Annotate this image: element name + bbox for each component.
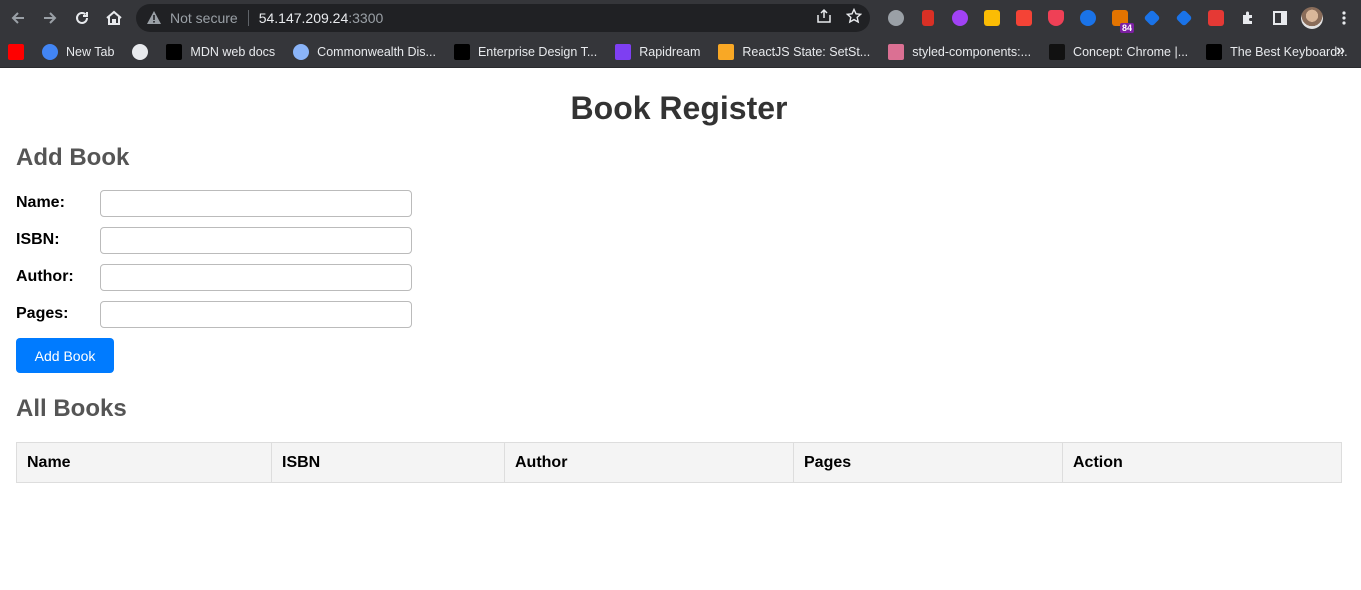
omnibox-divider <box>247 10 249 26</box>
bookmark-label: Commonwealth Dis... <box>317 44 436 59</box>
youtube-icon <box>8 43 24 60</box>
w-extension-icon[interactable] <box>944 0 976 36</box>
book-extension-icon[interactable] <box>912 0 944 36</box>
browser-toolbar: Not secure 54.147.209.24:3300 84 <box>0 0 1361 36</box>
security-label[interactable]: Not secure <box>170 10 238 26</box>
dots-extension-icon[interactable] <box>1008 0 1040 36</box>
table-header-row: Name ISBN Author Pages Action <box>16 442 1342 483</box>
back-button[interactable] <box>2 0 34 36</box>
add-book-heading: Add Book <box>16 144 130 171</box>
puzzle-blue-icon[interactable] <box>1136 0 1168 36</box>
tab-counter-icon[interactable]: 84 <box>1104 0 1136 36</box>
arrow-right-icon <box>44 12 57 24</box>
pocket-icon[interactable] <box>1040 0 1072 36</box>
column-header-author: Author <box>504 442 794 483</box>
htg-icon <box>1206 43 1223 60</box>
reload-icon <box>76 11 88 24</box>
share-icon[interactable] <box>816 8 832 29</box>
form-row-author: Author: <box>16 263 1342 291</box>
bookmark-item[interactable]: The Best Keyboard... <box>1206 38 1355 66</box>
keep-icon[interactable] <box>976 0 1008 36</box>
name-label: Name: <box>16 194 65 211</box>
bookmark-label: ReactJS State: SetSt... <box>742 44 871 59</box>
column-header-action: Action <box>1062 442 1342 483</box>
home-icon <box>106 10 122 25</box>
globe-icon <box>293 43 310 60</box>
page-title: Book Register <box>570 90 788 126</box>
bookmark-label: The Best Keyboard... <box>1230 44 1348 59</box>
bookmark-item[interactable]: ReactJS State: SetSt... <box>718 38 878 66</box>
grammarly-icon[interactable] <box>880 0 912 36</box>
bookmark-item[interactable] <box>8 38 40 66</box>
bookmark-label: MDN web docs <box>190 44 276 59</box>
form-row-pages: Pages: <box>16 300 1342 328</box>
bookmark-label: Concept: Chrome |... <box>1073 44 1189 59</box>
page-content: Book Register Add Book Name: ISBN: Autho… <box>0 89 1361 483</box>
bookmark-star-icon[interactable] <box>845 7 863 29</box>
author-input[interactable] <box>100 263 412 291</box>
bookmark-item[interactable]: Commonwealth Dis... <box>293 38 444 66</box>
puzzle-blue-2-icon[interactable] <box>1168 0 1200 36</box>
bookmark-item[interactable]: Rapidream <box>615 38 708 66</box>
url-host: 54.147.209.24 <box>258 10 349 26</box>
column-header-isbn: ISBN <box>271 442 505 483</box>
address-bar[interactable]: Not secure 54.147.209.24:3300 <box>136 4 870 32</box>
bookmark-item[interactable]: New Tab <box>42 38 122 66</box>
forward-button[interactable] <box>34 0 66 36</box>
menu-kebab-icon[interactable] <box>1328 0 1360 36</box>
nail-polish-icon <box>888 43 905 60</box>
add-book-form: Name: ISBN: Author: Pages: Add Book <box>16 189 1342 373</box>
bookmark-item[interactable]: styled-components:... <box>888 38 1039 66</box>
home-button[interactable] <box>98 0 130 36</box>
form-row-isbn: ISBN: <box>16 226 1342 254</box>
bookmarks-bar: New Tab MDN web docs Commonwealth Dis... En… <box>0 36 1361 68</box>
column-header-name: Name <box>16 442 272 483</box>
all-books-heading: All Books <box>16 395 127 422</box>
bookmark-label: styled-components:... <box>912 44 1032 59</box>
column-header-pages: Pages <box>793 442 1063 483</box>
bookmark-label: Enterprise Design T... <box>477 44 598 59</box>
google-icon <box>42 43 58 60</box>
bookmark-icon <box>718 43 735 60</box>
ibm-icon <box>453 43 470 60</box>
warning-icon[interactable] <box>146 10 162 26</box>
extensions-puzzle-icon[interactable] <box>1232 0 1264 36</box>
name-input[interactable] <box>100 189 412 217</box>
isbn-label: ISBN: <box>16 231 60 248</box>
mendeley-icon[interactable] <box>1200 0 1232 36</box>
bookmark-item[interactable]: MDN web docs <box>166 38 283 66</box>
reload-button[interactable] <box>66 0 98 36</box>
bookmark-item[interactable]: Enterprise Design T... <box>453 38 605 66</box>
books-table: Name ISBN Author Pages Action <box>16 442 1342 483</box>
author-label: Author: <box>16 268 74 285</box>
dribbble-icon <box>1049 43 1066 60</box>
form-row-name: Name: <box>16 189 1342 217</box>
isbn-input[interactable] <box>100 226 412 254</box>
extension-badge: 84 <box>1119 23 1134 33</box>
arrow-left-icon <box>11 12 24 24</box>
bookmark-label: New Tab <box>66 44 115 59</box>
bookmark-label: Rapidream <box>639 44 701 59</box>
c-extension-icon[interactable] <box>1072 0 1104 36</box>
globe-icon <box>132 43 149 60</box>
add-book-button[interactable]: Add Book <box>16 338 114 373</box>
profile-avatar[interactable] <box>1296 0 1328 36</box>
bookmark-item[interactable] <box>132 38 164 66</box>
bookmarks-overflow-icon[interactable]: » <box>1336 42 1345 60</box>
side-panel-icon[interactable] <box>1264 0 1296 36</box>
bookmark-item[interactable]: Concept: Chrome |... <box>1049 38 1196 66</box>
rapidream-icon <box>615 43 632 60</box>
pages-label: Pages: <box>16 305 69 322</box>
extensions-bar: 84 <box>880 0 1360 36</box>
mdn-icon <box>166 43 183 60</box>
url-port: :3300 <box>348 10 384 26</box>
pages-input[interactable] <box>100 300 412 328</box>
